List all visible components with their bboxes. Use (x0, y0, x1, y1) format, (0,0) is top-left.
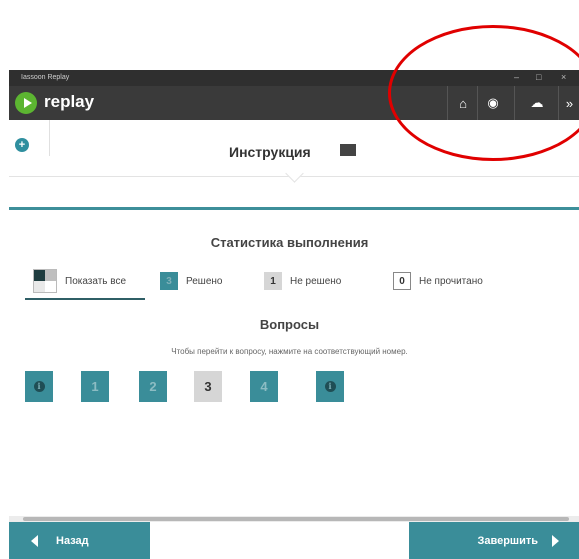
legend-solved[interactable]: 3 Решено (160, 268, 222, 294)
arrow-right-icon (552, 534, 559, 547)
back-label: Назад (56, 534, 89, 547)
instruction-bar: + Инструкция (9, 120, 579, 183)
zoom-in-icon[interactable]: + (15, 138, 29, 152)
globe-button[interactable]: ◉ (477, 86, 508, 120)
footer-bar: Назад Завершить (9, 522, 579, 559)
toolbar-divider (49, 120, 50, 156)
double-chevron-right-icon: » (565, 95, 574, 111)
window-title: Iassoon Replay (21, 74, 70, 81)
dropdown-notch (285, 164, 304, 183)
arrow-left-icon (31, 534, 38, 547)
cloud-icon: ☁ (530, 95, 544, 110)
question-info-button[interactable]: i (316, 371, 344, 402)
cloud-button[interactable]: ☁ (514, 86, 559, 120)
question-button-2[interactable]: 2 (139, 371, 167, 402)
legend-label: Не прочитано (419, 275, 483, 287)
legend-label: Решено (186, 275, 223, 287)
unread-count-badge: 0 (393, 272, 411, 290)
questions-title: Вопросы (259, 317, 320, 332)
finish-label: Завершить (477, 534, 538, 547)
home-icon: ⌂ (459, 95, 467, 111)
window-titlebar: Iassoon Replay – □ × (9, 70, 579, 86)
grid-icon[interactable] (340, 144, 356, 156)
info-icon: i (33, 381, 45, 392)
legend-label: Показать все (65, 275, 127, 287)
finish-button[interactable]: Завершить (409, 522, 579, 559)
unsolved-count-badge: 1 (264, 272, 282, 290)
section-divider (9, 207, 579, 210)
stats-title: Статистика выполнения (210, 235, 369, 250)
question-button-4[interactable]: 4 (250, 371, 278, 402)
info-icon: i (324, 381, 336, 392)
solved-count-badge: 3 (160, 272, 178, 290)
app-header: replay ⌂ ◉ ☁ » (9, 86, 579, 120)
legend-label: Не решено (290, 275, 342, 287)
question-info-button[interactable]: i (25, 371, 53, 402)
minimize-button[interactable]: – (514, 72, 519, 82)
questions-hint: Чтобы перейти к вопросу, нажмите на соот… (171, 347, 408, 356)
question-button-1[interactable]: 1 (81, 371, 109, 402)
brand-name: replay (44, 92, 95, 111)
active-filter-underline (25, 298, 145, 300)
question-button-3[interactable]: 3 (194, 371, 222, 402)
replay-logo-icon (15, 92, 37, 114)
home-button[interactable]: ⌂ (447, 86, 478, 120)
more-button[interactable]: » (558, 86, 579, 120)
maximize-button[interactable]: □ (536, 72, 541, 82)
globe-icon: ◉ (487, 95, 499, 110)
legend-show-all[interactable]: Показать все (33, 268, 126, 294)
show-all-icon (33, 269, 57, 293)
back-button[interactable]: Назад (9, 522, 150, 559)
legend-unread[interactable]: 0 Не прочитано (393, 268, 483, 294)
legend-unsolved[interactable]: 1 Не решено (264, 268, 341, 294)
instruction-title[interactable]: Инструкция (229, 144, 311, 160)
close-button[interactable]: × (561, 72, 566, 82)
scrollbar-thumb[interactable] (23, 517, 569, 521)
